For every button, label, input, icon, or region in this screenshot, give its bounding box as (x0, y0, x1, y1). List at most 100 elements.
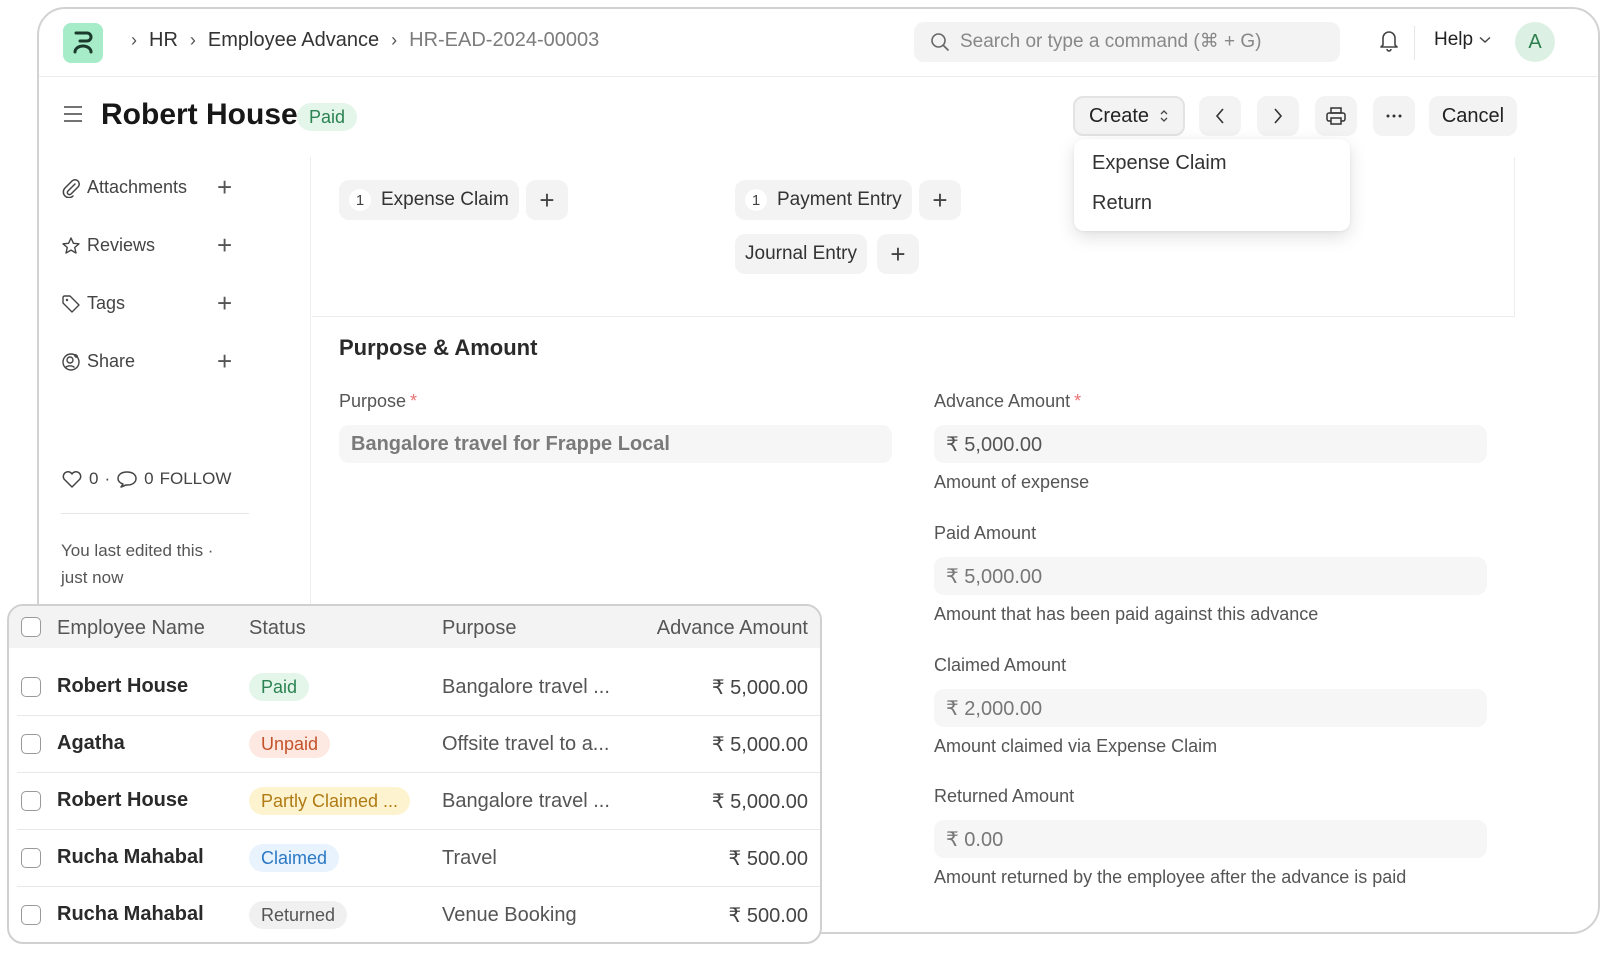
row-checkbox[interactable] (21, 677, 41, 697)
claimed-amount-field[interactable] (934, 689, 1487, 727)
column-header-employee-name[interactable]: Employee Name (57, 617, 205, 640)
printer-icon (1326, 107, 1346, 125)
ellipsis-icon (1386, 114, 1402, 118)
breadcrumb-hr[interactable]: HR (149, 29, 178, 52)
purpose-cell: Bangalore travel ... (442, 790, 610, 812)
add-journal-entry-button[interactable]: + (877, 234, 919, 274)
next-document-button[interactable] (1257, 96, 1299, 136)
comment-icon[interactable] (116, 469, 138, 489)
page-header: Robert House Paid Create Cancel (39, 77, 1598, 157)
column-header-status[interactable]: Status (249, 617, 306, 640)
table-row[interactable]: Robert House Paid Bangalore travel ... ₹ 5,… (9, 659, 820, 716)
chevron-up-down-icon (1160, 110, 1168, 122)
advance-amount-label: Advance Amount * (934, 391, 1081, 412)
notifications-button[interactable] (1377, 27, 1401, 58)
create-label: Create (1088, 104, 1150, 127)
sidebar-item-label: Attachments (87, 177, 188, 197)
add-payment-entry-button[interactable]: + (919, 180, 961, 220)
advance-amount-field[interactable] (934, 425, 1487, 463)
sidebar-item-attachments[interactable]: Attachments + (61, 172, 251, 202)
connection-count: 1 (349, 189, 371, 211)
employee-advance-list: Employee Name Status Purpose Advance Amo… (7, 604, 822, 944)
connection-label: Expense Claim (381, 189, 509, 210)
add-tag-button[interactable]: + (217, 288, 232, 319)
employee-name[interactable]: Rucha Mahabal (57, 903, 204, 926)
tag-icon (62, 294, 80, 313)
more-actions-button[interactable] (1373, 96, 1415, 136)
sidebar-item-label: Tags (87, 293, 126, 313)
previous-document-button[interactable] (1199, 96, 1241, 136)
purpose-label-text: Purpose (339, 391, 407, 411)
purpose-field[interactable] (339, 425, 892, 463)
page-title: Robert House (101, 98, 298, 131)
last-edited-text: You last edited this · (61, 541, 214, 560)
follow-button[interactable]: FOLLOW (160, 469, 232, 489)
add-review-button[interactable]: + (217, 230, 232, 261)
sidebar-item-label: Reviews (87, 235, 156, 255)
advance-amount-cell: ₹ 5,000.00 (711, 677, 808, 699)
add-expense-claim-button[interactable]: + (526, 180, 568, 220)
status-badge: Returned (249, 901, 348, 929)
sidebar-item-reviews[interactable]: Reviews + (61, 230, 251, 260)
app-logo[interactable] (63, 23, 103, 63)
required-indicator: * (1074, 391, 1082, 411)
menu-item-return[interactable]: Return (1074, 187, 1350, 227)
employee-name[interactable]: Agatha (57, 732, 125, 755)
row-checkbox[interactable] (21, 734, 41, 754)
chevron-left-icon (1215, 108, 1224, 124)
row-checkbox[interactable] (21, 791, 41, 811)
divider (1414, 26, 1415, 60)
connection-payment-entry[interactable]: 1 Payment Entry (735, 180, 912, 220)
chevron-right-icon (1274, 108, 1283, 124)
table-row[interactable]: Rucha Mahabal Claimed Travel ₹ 500.00 (9, 830, 820, 887)
advance-amount-cell: ₹ 500.00 (728, 905, 808, 927)
sidebar-item-share[interactable]: Share + (61, 346, 251, 376)
menu-item-expense-claim[interactable]: Expense Claim (1074, 147, 1350, 187)
row-checkbox[interactable] (21, 905, 41, 925)
column-header-purpose[interactable]: Purpose (442, 617, 517, 640)
breadcrumb-employee-advance[interactable]: Employee Advance (208, 29, 379, 52)
employee-name[interactable]: Rucha Mahabal (57, 846, 204, 869)
add-attachment-button[interactable]: + (217, 172, 232, 203)
bell-icon (1380, 31, 1398, 52)
sidebar-toggle[interactable] (63, 105, 83, 128)
search-bar[interactable] (914, 22, 1340, 62)
sidebar-item-tags[interactable]: Tags + (61, 288, 251, 318)
table-row[interactable]: Rucha Mahabal Returned Venue Booking ₹ 500.… (9, 887, 820, 942)
help-menu[interactable]: Help (1434, 29, 1491, 51)
status-badge: Paid (297, 103, 358, 131)
returned-amount-field[interactable] (934, 820, 1487, 858)
social-stats: 0 · 0 FOLLOW (61, 469, 231, 489)
row-checkbox[interactable] (21, 848, 41, 868)
likes-count: 0 (89, 469, 99, 488)
purpose-cell: Venue Booking (442, 904, 577, 926)
create-button[interactable]: Create (1073, 96, 1185, 136)
select-all-checkbox[interactable] (21, 617, 41, 637)
employee-name[interactable]: Robert House (57, 675, 188, 698)
required-indicator: * (410, 391, 418, 411)
breadcrumb-document[interactable]: HR-EAD-2024-00003 (409, 29, 599, 52)
comments-count: 0 (144, 469, 154, 488)
connection-label: Journal Entry (745, 243, 857, 264)
connection-expense-claim[interactable]: 1 Expense Claim (339, 180, 519, 220)
table-row[interactable]: Robert House Partly Claimed ... Bangalore … (9, 773, 820, 830)
column-header-advance-amount[interactable]: Advance Amount (657, 617, 808, 640)
user-avatar[interactable]: A (1515, 22, 1555, 62)
employee-name[interactable]: Robert House (57, 789, 188, 812)
heart-icon[interactable] (61, 469, 83, 489)
print-button[interactable] (1315, 96, 1357, 136)
advance-amount-cell: ₹ 5,000.00 (711, 734, 808, 756)
menu-icon (64, 106, 82, 122)
advance-amount-cell: ₹ 500.00 (728, 848, 808, 870)
section-title: Purpose & Amount (339, 335, 538, 360)
frappe-logo-icon (73, 31, 93, 54)
chevron-right-icon: › (391, 30, 398, 50)
table-row[interactable]: Agatha Unpaid Offsite travel to a... ₹ 5,00… (9, 716, 820, 773)
connection-journal-entry[interactable]: Journal Entry (735, 234, 867, 274)
cancel-button[interactable]: Cancel (1429, 96, 1517, 136)
list-header: Employee Name Status Purpose Advance Amo… (9, 606, 820, 648)
paid-amount-label: Paid Amount (934, 523, 1037, 543)
search-input[interactable] (960, 31, 1320, 53)
paid-amount-field[interactable] (934, 557, 1487, 595)
add-share-button[interactable]: + (217, 346, 232, 377)
